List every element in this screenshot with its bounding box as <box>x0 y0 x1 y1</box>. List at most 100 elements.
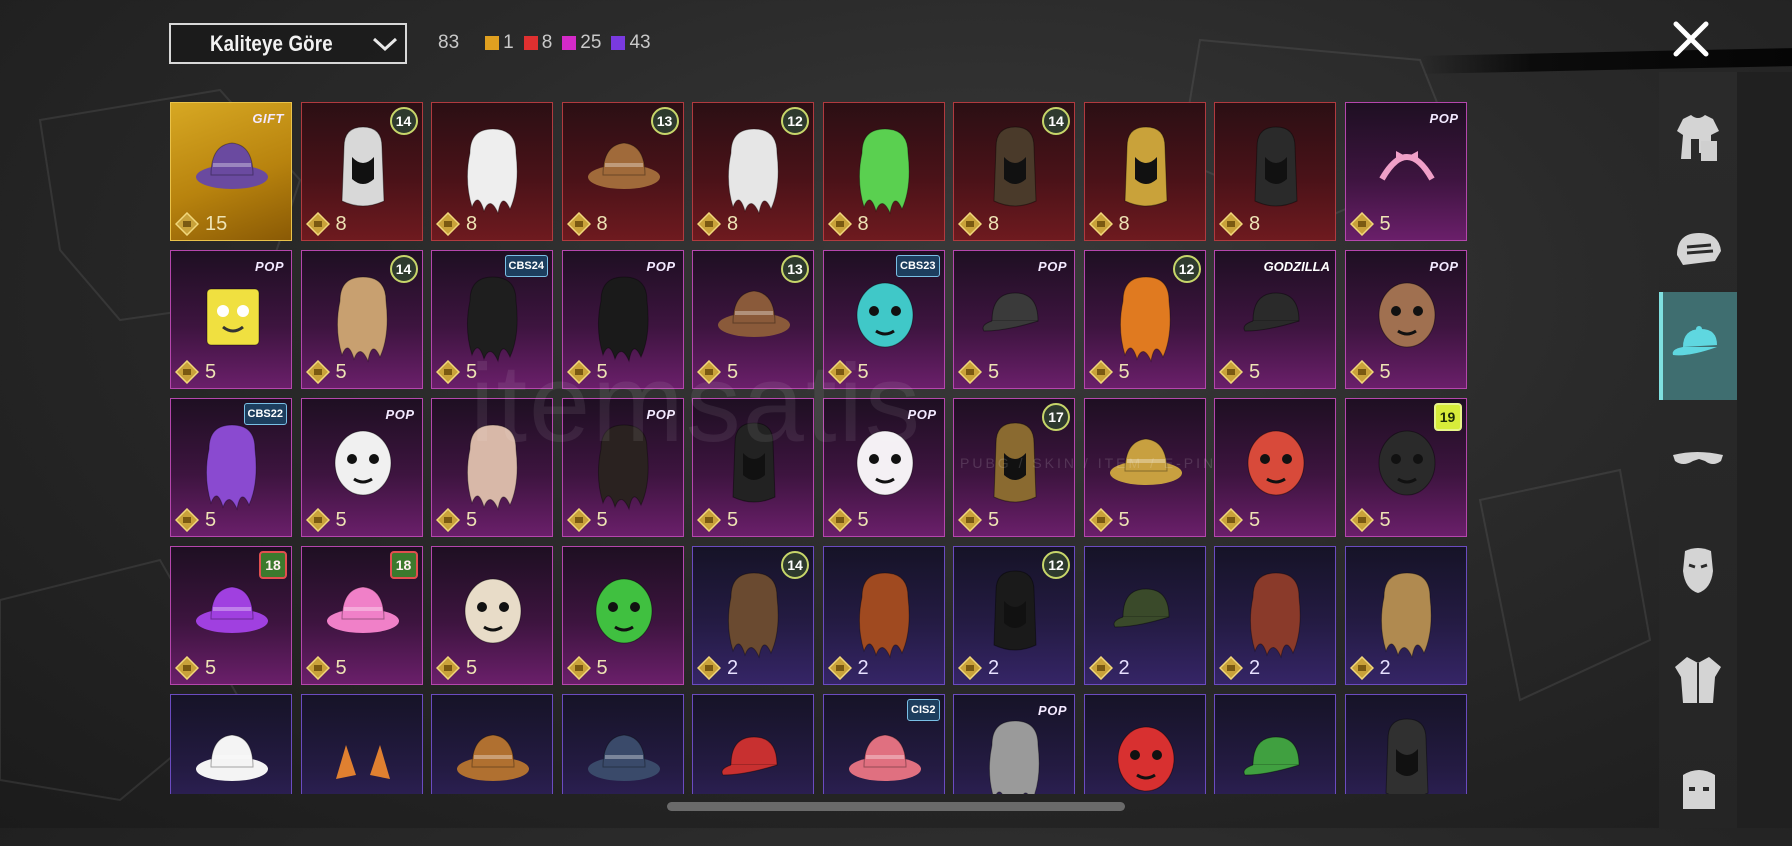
item-badge: 14 <box>1042 107 1070 135</box>
inventory-item[interactable]: GIFT 15 <box>170 102 292 241</box>
item-price: 5 <box>174 507 216 533</box>
item-price: 5 <box>435 507 478 533</box>
inventory-item[interactable]: 13 8 <box>561 102 684 241</box>
price-value: 5 <box>596 656 608 679</box>
inventory-item[interactable]: 2 <box>1344 546 1467 685</box>
horizontal-scrollbar[interactable] <box>667 802 1125 811</box>
price-value: 2 <box>857 656 869 679</box>
inventory-item[interactable]: 5 <box>1214 398 1336 537</box>
inventory-item[interactable]: 19 5 <box>1344 398 1467 537</box>
backpack-tab[interactable] <box>1659 738 1737 846</box>
item-art <box>1243 292 1300 332</box>
inventory-item[interactable]: CBS24 5 <box>431 250 553 389</box>
inventory-item[interactable]: 13 5 <box>692 250 814 389</box>
price-value: 5 <box>727 360 739 383</box>
inventory-item[interactable]: 5 <box>1083 398 1206 537</box>
glasses-tab[interactable] <box>1659 408 1737 516</box>
inventory-item[interactable]: POP 5 <box>561 250 684 389</box>
item-badge: POP <box>1038 702 1067 718</box>
mask-tab[interactable] <box>1659 518 1737 626</box>
item-badge: POP <box>1429 258 1459 274</box>
helmet-tab[interactable] <box>1659 198 1737 306</box>
sort-dropdown[interactable]: Kaliteye Göre <box>169 23 407 64</box>
inventory-item[interactable]: CBS22 5 <box>170 398 292 537</box>
item-badge: CBS22 <box>243 403 287 425</box>
inventory-item[interactable] <box>431 694 553 794</box>
inventory-item[interactable]: POP 5 <box>170 250 292 389</box>
item-price: 5 <box>957 507 1000 533</box>
inventory-item[interactable]: 18 5 <box>300 546 423 685</box>
inventory-item[interactable]: 17 5 <box>953 398 1075 537</box>
item-art <box>856 430 913 496</box>
uncommon-count: 43 <box>611 32 651 54</box>
inventory-item[interactable] <box>300 694 423 794</box>
item-price: 8 <box>566 211 608 237</box>
inventory-item[interactable]: POP 5 <box>1344 250 1467 389</box>
inventory-item[interactable]: 2 <box>1214 546 1336 685</box>
inventory-item[interactable]: 8 <box>1214 102 1336 241</box>
inventory-item[interactable]: 14 8 <box>300 102 423 241</box>
inventory-item[interactable]: 12 5 <box>1083 250 1206 389</box>
total-count: 83 <box>438 32 460 53</box>
item-art <box>595 578 652 644</box>
hat-tab[interactable] <box>1659 292 1737 400</box>
price-value: 8 <box>988 212 1000 235</box>
inventory-item[interactable]: POP 5 <box>822 398 945 537</box>
inventory-item[interactable]: POP 5 <box>1344 102 1467 241</box>
inventory-item[interactable]: 8 <box>1083 102 1206 241</box>
inventory-item[interactable]: 5 <box>692 398 814 537</box>
inventory-item[interactable]: POP <box>953 694 1075 794</box>
inventory-item[interactable] <box>692 694 814 794</box>
item-badge: POP <box>646 406 676 422</box>
inventory-item[interactable]: 2 <box>822 546 945 685</box>
outfit-tab[interactable] <box>1659 86 1737 194</box>
coin-icon <box>696 507 722 533</box>
inventory-item[interactable] <box>170 694 292 794</box>
close-button[interactable] <box>1666 14 1716 64</box>
inventory-item[interactable]: 14 2 <box>692 546 814 685</box>
inventory-item[interactable]: CBS23 5 <box>822 250 945 389</box>
price-value: 8 <box>335 212 347 235</box>
inventory-item[interactable]: 18 5 <box>170 546 292 685</box>
inventory-item[interactable] <box>1344 694 1467 794</box>
inventory-item[interactable]: 14 5 <box>300 250 423 389</box>
inventory-item[interactable]: 2 <box>1083 546 1206 685</box>
inventory-item[interactable]: POP 5 <box>561 398 684 537</box>
inventory-item[interactable]: CIS2 <box>822 694 945 794</box>
item-badge: 18 <box>259 551 287 579</box>
item-badge: 17 <box>1042 403 1070 431</box>
inventory-item[interactable]: 5 <box>431 546 553 685</box>
item-price: 5 <box>174 655 216 681</box>
item-badge: POP <box>646 258 676 274</box>
inventory-item[interactable]: POP 5 <box>300 398 423 537</box>
coin-icon <box>435 655 461 681</box>
inventory-item[interactable]: 5 <box>431 398 553 537</box>
inventory-item[interactable] <box>1214 694 1336 794</box>
item-art <box>993 570 1037 651</box>
price-value: 5 <box>466 508 478 531</box>
jacket-tab[interactable] <box>1659 628 1737 736</box>
inventory-item[interactable]: 14 8 <box>953 102 1075 241</box>
item-badge: 18 <box>389 551 418 579</box>
price-value: 5 <box>1249 508 1261 531</box>
inventory-item[interactable]: 5 <box>561 546 684 685</box>
inventory-item[interactable]: GODZILLA 5 <box>1214 250 1336 389</box>
item-price: 5 <box>435 655 477 681</box>
price-value: 2 <box>1118 656 1130 679</box>
inventory-item[interactable]: 8 <box>431 102 553 241</box>
item-art <box>858 572 910 659</box>
item-badge: POP <box>1429 110 1459 126</box>
item-price: 5 <box>566 655 608 681</box>
price-value: 2 <box>727 656 739 679</box>
inventory-item[interactable]: 8 <box>822 102 945 241</box>
price-value: 5 <box>988 508 1000 531</box>
inventory-item[interactable]: 12 8 <box>692 102 814 241</box>
inventory-item[interactable] <box>561 694 684 794</box>
close-icon <box>1673 21 1709 57</box>
inventory-item[interactable]: POP 5 <box>953 250 1075 389</box>
inventory-item[interactable]: 12 2 <box>953 546 1075 685</box>
sort-label: Kaliteye Göre <box>210 30 333 56</box>
inventory-grid[interactable]: GIFT 15 14 8 8 13 8 12 8 8 14 8 8 8 POP 5 POP 5 14 5 CBS24 5 P… <box>170 102 1470 794</box>
item-price: 8 <box>1088 211 1130 237</box>
inventory-item[interactable] <box>1083 694 1206 794</box>
